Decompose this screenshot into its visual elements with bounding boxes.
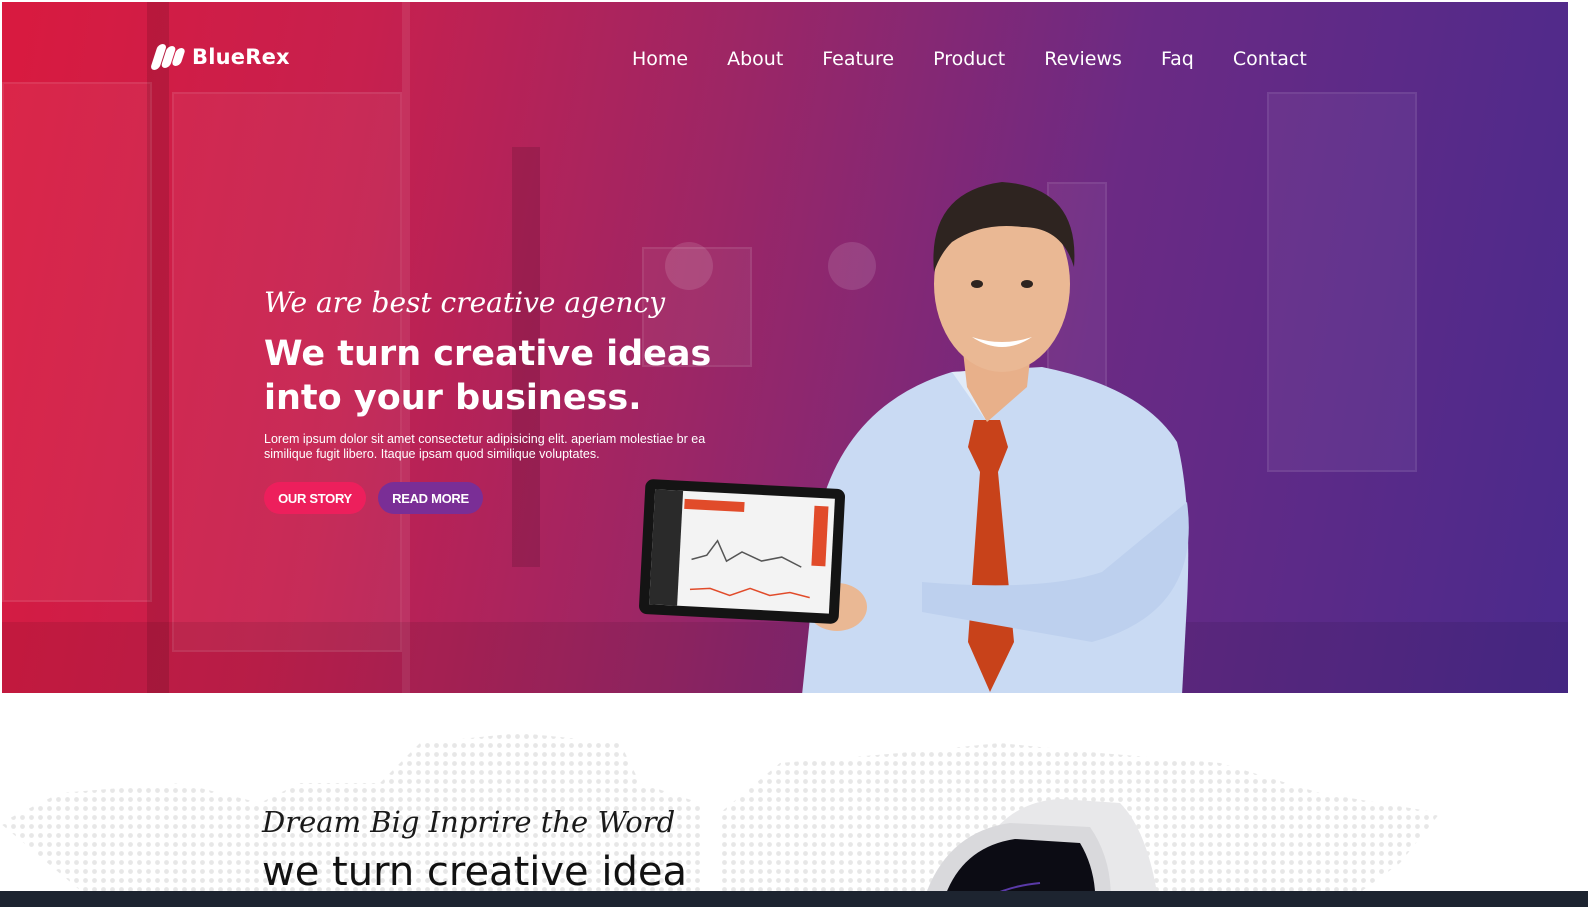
logo-icon <box>149 42 186 72</box>
section-tagline: Dream Big Inprire the Word <box>262 805 676 839</box>
nav-product[interactable]: Product <box>933 48 1005 70</box>
nav-home[interactable]: Home <box>632 48 688 70</box>
world-map-dots <box>0 733 1440 907</box>
bg-window <box>1267 92 1417 472</box>
main-nav: Home About Feature Product Reviews Faq C… <box>632 48 1307 70</box>
brand-name: BlueRex <box>192 45 290 69</box>
hero-section: BlueRex Home About Feature Product Revie… <box>2 2 1568 693</box>
nav-contact[interactable]: Contact <box>1233 48 1307 70</box>
read-more-button[interactable]: READ MORE <box>378 482 483 514</box>
nav-feature[interactable]: Feature <box>822 48 894 70</box>
brand-logo[interactable]: BlueRex <box>149 42 290 72</box>
nav-reviews[interactable]: Reviews <box>1044 48 1122 70</box>
nav-about[interactable]: About <box>727 48 783 70</box>
smartwatch-image <box>921 799 1160 907</box>
about-section: Dream Big Inprire the Word we turn creat… <box>0 693 1588 907</box>
bg-window <box>2 82 152 602</box>
bottom-bar <box>0 891 1588 907</box>
bg-pillar <box>147 2 169 693</box>
section-headline: we turn creative idea <box>262 849 687 895</box>
our-story-button[interactable]: OUR STORY <box>264 482 366 514</box>
hero-person-image <box>639 182 1189 693</box>
nav-faq[interactable]: Faq <box>1161 48 1194 70</box>
hero-tagline: We are best creative agency <box>264 286 666 319</box>
